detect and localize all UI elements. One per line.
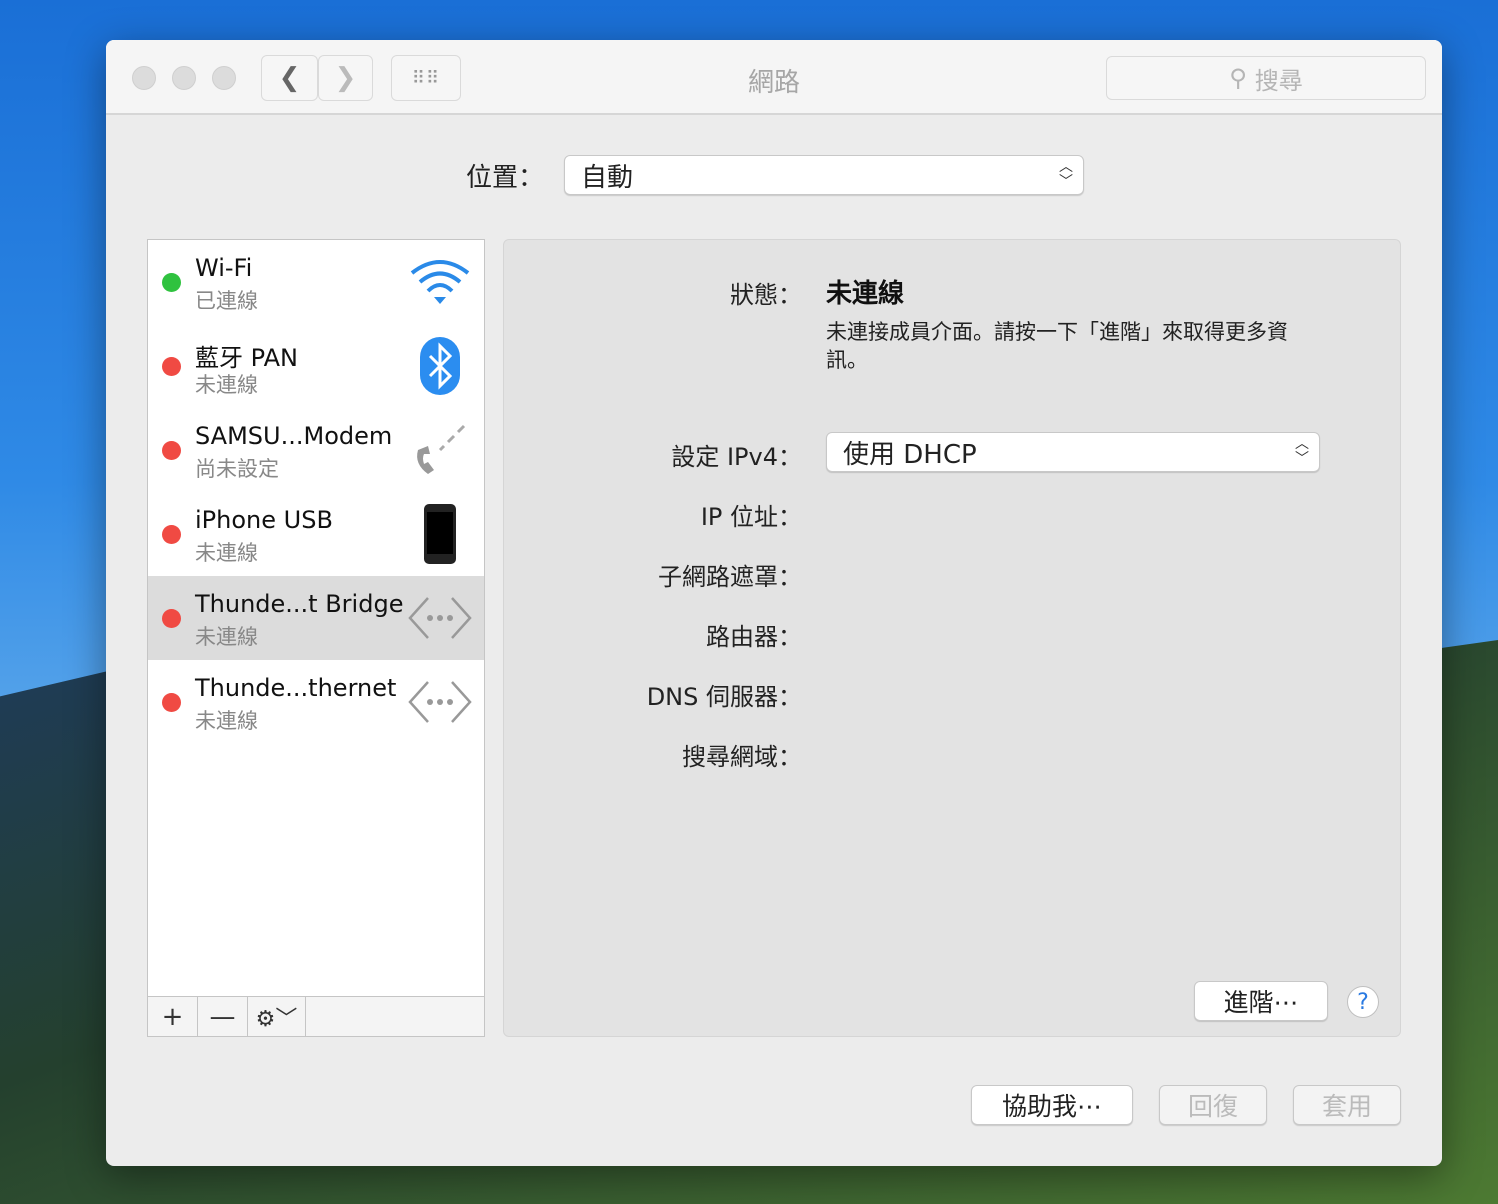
status-dot (162, 273, 181, 292)
location-row: 位置： 自動 ︿ ﹀ (466, 155, 1085, 195)
subnet-mask-label: 子網路遮罩： (658, 563, 802, 591)
status-dot (162, 693, 181, 712)
apply-button[interactable]: 套用 (1293, 1085, 1401, 1125)
phone-modem-icon (408, 420, 472, 480)
location-popup[interactable]: 自動 ︿ ﹀ (564, 155, 1085, 195)
ipv4-value: 使用 DHCP (843, 439, 977, 470)
location-value: 自動 (581, 162, 634, 193)
help-button[interactable]: ? (1347, 986, 1379, 1018)
service-status: 尚未設定 (195, 457, 279, 481)
service-name: Thunde...thernet (195, 674, 397, 702)
status-dot (162, 609, 181, 628)
action-menu-button[interactable]: ⚙﹀ (248, 997, 306, 1036)
dns-server-label: DNS 伺服器： (646, 683, 802, 711)
add-service-button[interactable]: + (148, 997, 198, 1036)
bluetooth-icon (408, 336, 472, 396)
updown-chevron-icon: ︿ ﹀ (1059, 159, 1074, 190)
service-status: 未連線 (195, 541, 258, 565)
service-status: 未連線 (195, 373, 258, 397)
wifi-icon (408, 252, 472, 312)
search-domain-label: 搜尋網域： (682, 743, 802, 771)
service-item[interactable]: Thunde...t Bridge 未連線 (148, 576, 484, 660)
ipv4-popup[interactable]: 使用 DHCP ︿ ﹀ (826, 432, 1320, 472)
ethernet-bridge-icon (408, 588, 472, 648)
service-item[interactable]: iPhone USB 未連線 (148, 492, 484, 576)
service-item[interactable]: Thunde...thernet 未連線 (148, 660, 484, 744)
ethernet-icon (408, 672, 472, 732)
service-name: iPhone USB (195, 506, 333, 534)
network-preferences-window: ❮ ❯ ⠿⠿ 網路 ⚲ 搜尋 位置： 自動 ︿ ﹀ Thunde...thernet … (106, 40, 1442, 1166)
service-status: 未連線 (195, 709, 258, 733)
updown-chevron-icon: ︿ ﹀ (1295, 436, 1309, 467)
service-name: SAMSU...Modem (195, 422, 393, 450)
service-item[interactable]: SAMSU...Modem 尚未設定 (148, 408, 484, 492)
advanced-button[interactable]: 進階⋯ (1194, 981, 1328, 1021)
iphone-icon (408, 504, 472, 564)
assist-me-button[interactable]: 協助我⋯ (971, 1085, 1133, 1125)
search-field[interactable]: ⚲ 搜尋 (1106, 56, 1426, 100)
service-name: Thunde...t Bridge (195, 590, 404, 618)
status-dot (162, 441, 181, 460)
detail-panel: 狀態： 未連線 未連接成員介面。請按一下「進階」來取得更多資訊。 設定 IPv4… (503, 239, 1401, 1037)
status-dot (162, 357, 181, 376)
service-item[interactable]: 藍牙 PAN 未連線 (148, 324, 484, 408)
status-description: 未連接成員介面。請按一下「進階」來取得更多資訊。 (826, 320, 1288, 372)
service-list: Thunde...thernet 未連線 Thunde...t Bridge 未… (147, 239, 485, 1037)
router-label: 路由器： (706, 623, 802, 651)
service-item[interactable]: Wi-Fi 已連線 (148, 240, 484, 324)
remove-service-button[interactable]: — (198, 997, 248, 1036)
status-value: 未連線 (826, 279, 905, 309)
gear-icon: ⚙﹀ (255, 1006, 298, 1032)
title-bar: ❮ ❯ ⠿⠿ 網路 ⚲ 搜尋 (106, 40, 1442, 115)
service-status: 已連線 (195, 289, 258, 313)
location-label: 位置： (466, 162, 545, 193)
status-dot (162, 525, 181, 544)
ip-address-label: IP 位址： (700, 503, 802, 531)
service-status: 未連線 (195, 625, 258, 649)
service-name: Wi-Fi (195, 254, 253, 282)
service-name: 藍牙 PAN (195, 344, 298, 372)
service-list-toolbar: + — ⚙﹀ (148, 996, 484, 1036)
search-icon: ⚲ (1229, 64, 1247, 92)
ipv4-label: 設定 IPv4： (671, 443, 802, 471)
search-placeholder: 搜尋 (1254, 66, 1303, 95)
status-label: 狀態： (730, 281, 802, 309)
revert-button[interactable]: 回復 (1159, 1085, 1267, 1125)
